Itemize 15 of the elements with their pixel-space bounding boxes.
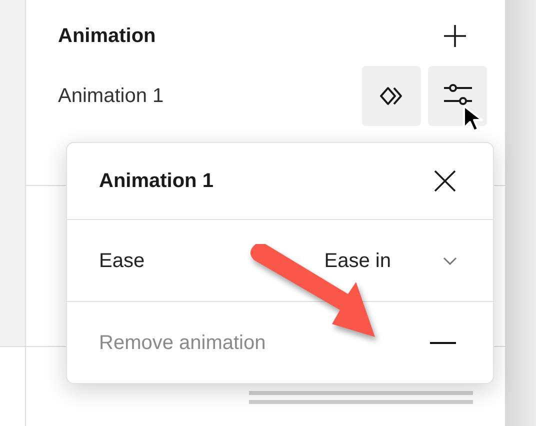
field-label: Ease	[99, 248, 145, 274]
add-button[interactable]	[441, 22, 469, 50]
ease-dropdown[interactable]: Ease in	[324, 246, 457, 276]
transition-button[interactable]	[362, 66, 421, 126]
chevron-down-icon	[443, 256, 457, 264]
remove-label: Remove animation	[99, 330, 266, 356]
plus-icon	[443, 24, 467, 48]
sliders-icon	[442, 84, 472, 108]
popup-title: Animation 1	[99, 169, 214, 194]
diamond-chevron-icon	[380, 86, 404, 106]
section-title: Animation	[58, 24, 156, 49]
close-button[interactable]	[433, 169, 457, 193]
animation-label[interactable]: Animation 1	[58, 81, 164, 111]
close-icon	[434, 170, 456, 192]
minus-icon	[430, 342, 456, 344]
